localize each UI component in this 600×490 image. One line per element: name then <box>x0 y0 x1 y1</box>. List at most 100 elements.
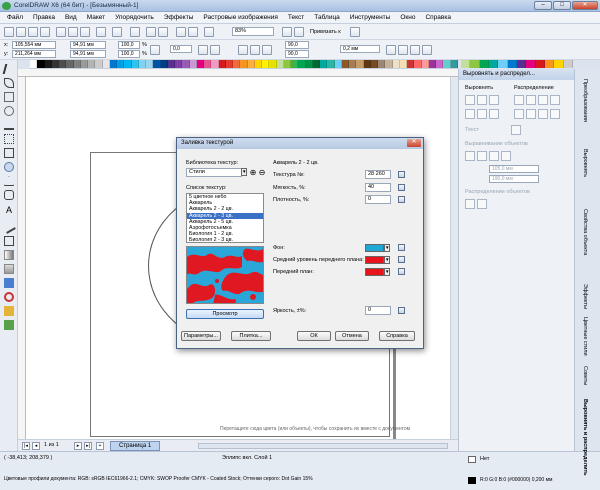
show-rulers-icon[interactable] <box>294 27 304 37</box>
active-objects-icon[interactable] <box>465 151 475 161</box>
menu-table[interactable]: Таблица <box>310 14 344 21</box>
menu-effects[interactable]: Эффекты <box>160 14 198 21</box>
dimension-tool-icon[interactable] <box>2 220 16 234</box>
palette-swatch[interactable] <box>95 60 103 68</box>
menu-layout[interactable]: Макет <box>83 14 109 21</box>
palette-swatch[interactable] <box>59 60 67 68</box>
softness-field[interactable]: 40 <box>365 183 391 192</box>
distribute-middle-icon[interactable] <box>526 109 536 119</box>
y-position-field[interactable]: 211,264 мм <box>12 50 56 58</box>
palette-swatch[interactable] <box>167 60 175 68</box>
palette-swatch[interactable] <box>189 60 197 68</box>
palette-swatch[interactable] <box>450 60 458 68</box>
palette-swatch[interactable] <box>218 60 226 68</box>
texture-list[interactable]: 5 цветное небо Акварель Акварель 2 - 2 цв.… <box>186 193 264 243</box>
tab-object-properties[interactable]: Свойства объекта <box>582 209 588 255</box>
new-document-icon[interactable] <box>4 27 14 37</box>
palette-swatch[interactable] <box>305 60 313 68</box>
palette-swatch[interactable] <box>363 60 371 68</box>
fill-tool-icon[interactable] <box>4 306 14 316</box>
outline-tool-icon[interactable] <box>4 292 14 302</box>
tiling-button[interactable]: Плитка... <box>231 331 271 341</box>
distribute-top-icon[interactable] <box>514 109 524 119</box>
foreground-lock-icon[interactable] <box>398 268 405 275</box>
menu-edit[interactable]: Правка <box>29 14 59 21</box>
palette-swatch[interactable] <box>211 60 219 68</box>
palette-swatch[interactable] <box>88 60 96 68</box>
eyedropper-tool-icon[interactable] <box>4 278 14 288</box>
connector-tool-icon[interactable] <box>4 236 14 246</box>
palette-swatch[interactable] <box>479 60 489 68</box>
palette-swatch[interactable] <box>544 60 555 68</box>
basic-shapes-icon[interactable] <box>4 190 14 200</box>
cancel-button[interactable]: Отмена <box>335 331 369 341</box>
palette-swatch[interactable] <box>535 60 545 68</box>
palette-swatch[interactable] <box>233 60 241 68</box>
copy-icon[interactable] <box>68 27 78 37</box>
minimize-button[interactable]: – <box>534 1 552 10</box>
texture-number-field[interactable]: 28 260 <box>365 170 391 179</box>
palette-swatch[interactable] <box>276 60 284 68</box>
width-field[interactable]: 94,91 мм <box>70 41 106 49</box>
page-center-icon[interactable] <box>489 151 499 161</box>
next-page-button[interactable]: ▸ <box>74 442 82 450</box>
palette-swatch[interactable] <box>526 60 536 68</box>
ok-button[interactable]: ОК <box>297 331 331 341</box>
palette-swatch[interactable] <box>421 60 429 68</box>
transparency-tool-icon[interactable] <box>4 264 14 274</box>
crop-tool-icon[interactable] <box>4 92 14 102</box>
palette-swatch[interactable] <box>262 60 270 68</box>
palette-swatch[interactable] <box>196 60 204 68</box>
add-texture-icon[interactable]: ⊕ <box>249 169 257 177</box>
palette-swatch[interactable] <box>153 60 161 68</box>
palette-swatch[interactable] <box>291 60 299 68</box>
palette-swatch[interactable] <box>488 60 499 68</box>
palette-swatch[interactable] <box>204 60 212 68</box>
align-top-icon[interactable] <box>465 109 475 119</box>
page-edge-icon[interactable] <box>477 151 487 161</box>
palette-swatch[interactable] <box>124 60 132 68</box>
x-position-field[interactable]: 105,554 мм <box>12 41 56 49</box>
prev-page-button[interactable]: ◂ <box>32 442 40 450</box>
distribute-spacing-v-icon[interactable] <box>550 109 560 119</box>
palette-swatch[interactable] <box>516 60 527 68</box>
vertical-scrollbar[interactable] <box>450 77 458 439</box>
freehand-tool-icon[interactable] <box>4 120 14 130</box>
align-x-field[interactable]: 105,0 мм <box>489 165 539 173</box>
horizontal-scrollbar[interactable] <box>198 443 448 449</box>
options-icon[interactable] <box>350 27 360 37</box>
menu-arrange[interactable]: Упорядочить <box>111 14 158 21</box>
distribute-left-icon[interactable] <box>514 95 524 105</box>
palette-swatch[interactable] <box>37 60 45 68</box>
palette-swatch[interactable] <box>225 60 233 68</box>
open-icon[interactable] <box>16 27 26 37</box>
palette-swatch[interactable] <box>312 60 320 68</box>
outline-swatch-icon[interactable] <box>468 477 476 484</box>
palette-swatch[interactable] <box>507 60 517 68</box>
pie-mode-icon[interactable] <box>250 45 260 55</box>
shape-tool-icon[interactable] <box>4 78 14 88</box>
palette-swatch[interactable] <box>461 60 471 68</box>
palette-swatch[interactable] <box>349 60 357 68</box>
palette-swatch[interactable] <box>436 60 444 68</box>
palette-swatch[interactable] <box>102 60 110 68</box>
distribute-page-icon[interactable] <box>477 199 487 209</box>
page-tab[interactable]: Страница 1 <box>110 441 161 451</box>
ellipse-mode-icon[interactable] <box>238 45 248 55</box>
align-center-v-icon[interactable] <box>477 109 487 119</box>
background-color-dropdown-icon[interactable]: ▼ <box>384 244 390 252</box>
palette-swatch[interactable] <box>73 60 81 68</box>
color-profiles-info[interactable]: Цветовые профили документа: RGB: sRGB IE… <box>4 476 313 482</box>
help-button[interactable]: Справка <box>379 331 415 341</box>
texture-number-lock-icon[interactable] <box>398 171 405 178</box>
fill-swatch-icon[interactable] <box>468 456 476 463</box>
color-palette[interactable] <box>30 60 458 69</box>
palette-swatch[interactable] <box>247 60 255 68</box>
midground-lock-icon[interactable] <box>398 256 405 263</box>
tab-effects[interactable]: Эффекты <box>582 284 588 309</box>
align-y-field[interactable]: 190,0 мм <box>489 175 539 183</box>
first-page-button[interactable]: |◂ <box>22 442 30 450</box>
last-page-button[interactable]: ▸| <box>84 442 92 450</box>
distribute-spacing-h-icon[interactable] <box>550 95 560 105</box>
pick-tool-icon[interactable] <box>2 64 16 74</box>
